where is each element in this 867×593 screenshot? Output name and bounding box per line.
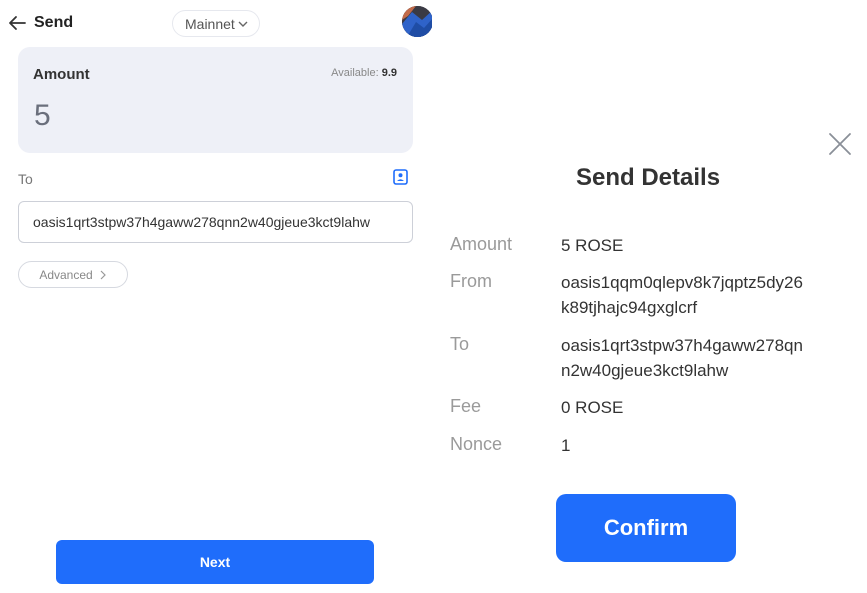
detail-to-value: oasis1qrt3stpw37h4gaww278qn n2w40gjeue3k… bbox=[561, 333, 851, 383]
detail-to-line1: oasis1qrt3stpw37h4gaww278qn bbox=[561, 336, 803, 355]
account-avatar[interactable] bbox=[402, 6, 433, 37]
details-title: Send Details bbox=[576, 164, 721, 191]
amount-input[interactable] bbox=[34, 99, 334, 133]
detail-to-line2: n2w40gjeue3kct9lahw bbox=[561, 361, 729, 380]
page-title: Send bbox=[34, 14, 74, 31]
detail-to-label: To bbox=[450, 334, 470, 354]
detail-fee-value: 0 ROSE bbox=[561, 398, 624, 417]
chevron-down-icon bbox=[238, 21, 248, 27]
advanced-button[interactable]: Advanced bbox=[18, 261, 128, 288]
arrow-left-icon bbox=[9, 16, 26, 30]
network-label: Mainnet bbox=[185, 15, 235, 32]
detail-from-label: From bbox=[450, 271, 492, 291]
amount-label: Amount bbox=[33, 66, 90, 83]
close-icon bbox=[829, 133, 851, 155]
close-button[interactable] bbox=[827, 131, 853, 157]
confirm-button[interactable]: Confirm bbox=[556, 494, 736, 562]
available-balance: Available: 9.9 bbox=[331, 67, 397, 79]
detail-from-value: oasis1qqm0qlepv8k7jqptz5dy26 k89tjhajc94… bbox=[561, 270, 851, 320]
detail-from-line2: k89tjhajc94gxglcrf bbox=[561, 298, 698, 317]
detail-amount-label: Amount bbox=[450, 234, 513, 254]
advanced-label: Advanced bbox=[39, 267, 93, 282]
detail-from-line1: oasis1qqm0qlepv8k7jqptz5dy26 bbox=[561, 273, 803, 292]
chevron-right-icon bbox=[100, 270, 106, 279]
address-book-icon bbox=[393, 169, 408, 185]
detail-amount-value: 5 ROSE bbox=[561, 236, 624, 255]
next-button[interactable]: Next bbox=[56, 540, 374, 584]
address-book-button[interactable] bbox=[393, 169, 408, 185]
available-value: 9.9 bbox=[381, 67, 397, 79]
send-details-panel: Send Details Amount 5 ROSE From oasis1qq… bbox=[432, 0, 867, 593]
detail-fee-label: Fee bbox=[450, 396, 482, 416]
available-label: Available: bbox=[331, 67, 379, 79]
avatar-icon bbox=[402, 6, 433, 37]
amount-card: Amount Available: 9.9 bbox=[18, 47, 413, 153]
send-form-panel: Send Mainnet Amount Available: 9.9 To bbox=[0, 0, 433, 593]
detail-nonce-value: 1 bbox=[561, 436, 571, 455]
recipient-address-input[interactable] bbox=[18, 201, 413, 243]
detail-nonce-label: Nonce bbox=[450, 434, 503, 454]
back-button[interactable] bbox=[6, 12, 28, 34]
network-selector[interactable]: Mainnet bbox=[172, 10, 260, 37]
to-label: To bbox=[18, 171, 33, 187]
